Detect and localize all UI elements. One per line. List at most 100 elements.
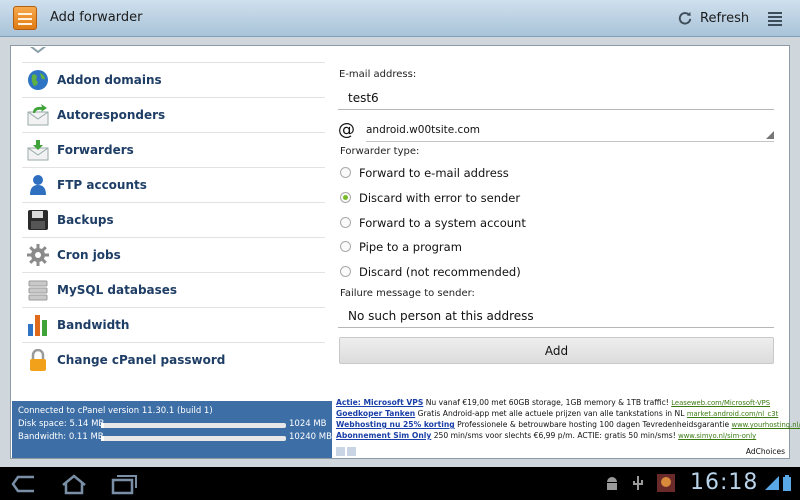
ad-text: Gratis Android-app met alle actuele prij…	[417, 409, 685, 418]
disk-space-text: Disk space: 5.14 MB	[18, 419, 105, 429]
sidebar-item-label: Change cPanel password	[57, 353, 226, 367]
usb-icon[interactable]	[630, 475, 646, 491]
sidebar-item-addon-domains[interactable]: Addon domains	[22, 63, 325, 98]
ad-title[interactable]: Actie: Microsoft VPS	[336, 398, 423, 407]
radio-selected-icon	[340, 192, 351, 203]
ad-item[interactable]: Abonnement Sim Only 250 min/sms voor sle…	[336, 431, 756, 440]
user-icon	[30, 175, 46, 195]
domain-select[interactable]: android.w00tsite.com	[366, 120, 774, 142]
ad-title[interactable]: Webhosting nu 25% korting	[336, 420, 455, 429]
cpanel-app-icon[interactable]	[13, 6, 37, 30]
refresh-button[interactable]: Refresh	[674, 6, 749, 31]
ad-url[interactable]: www.simyo.nl/sim-only	[678, 432, 756, 440]
add-button-label: Add	[544, 344, 569, 358]
dropdown-arrow-icon	[766, 131, 774, 139]
radio-forward-email[interactable]: Forward to e-mail address	[338, 162, 768, 184]
radio-forward-system-account[interactable]: Forward to a system account	[338, 212, 768, 234]
radio-icon	[340, 217, 351, 228]
sidebar-item-label: Autoresponders	[57, 108, 166, 122]
radio-label: Discard (not recommended)	[359, 265, 521, 279]
radio-discard-error[interactable]: Discard with error to sender	[338, 187, 768, 209]
at-symbol: @	[338, 120, 355, 140]
ad-title[interactable]: Goedkoper Tanken	[336, 409, 415, 418]
main-panel: Addon domains Autoresponders Forwarders	[10, 45, 800, 459]
radio-icon	[340, 266, 351, 277]
bandwidth-max: 10240 MB	[289, 432, 332, 442]
recent-apps-icon[interactable]	[110, 473, 138, 495]
email-label: E-mail address:	[339, 69, 417, 80]
ad-title[interactable]: Abonnement Sim Only	[336, 431, 431, 440]
radio-discard[interactable]: Discard (not recommended)	[338, 261, 768, 283]
radio-label: Pipe to a program	[359, 240, 462, 254]
back-icon[interactable]	[10, 473, 38, 495]
action-bar: Add forwarder Refresh	[0, 0, 800, 37]
email-field[interactable]: test6	[338, 86, 774, 110]
ad-url[interactable]: market.android.com/nl_c3t	[687, 410, 778, 418]
battery-icon[interactable]	[782, 475, 792, 491]
add-button[interactable]: Add	[339, 337, 774, 364]
ad-url[interactable]: www.yourhosting.nl/hosting	[732, 421, 800, 429]
sidebar-item-autoresponders[interactable]: Autoresponders	[22, 98, 325, 133]
sidebar-item-backups[interactable]: Backups	[22, 203, 325, 238]
sidebar-item-label: Forwarders	[57, 143, 134, 157]
sidebar-item-ftp-accounts[interactable]: FTP accounts	[22, 168, 325, 203]
forwarder-form: E-mail address: test6 @ android.w00tsite…	[338, 46, 778, 396]
sidebar-item-cron-jobs[interactable]: Cron jobs	[22, 238, 325, 273]
sidebar-item-label: Addon domains	[57, 73, 162, 87]
sidebar-item-label: FTP accounts	[57, 178, 147, 192]
radio-label: Discard with error to sender	[359, 191, 521, 205]
sidebar-item-mysql-databases[interactable]: MySQL databases	[22, 273, 325, 308]
wifi-icon[interactable]	[764, 475, 780, 491]
bar-chart-icon	[28, 315, 47, 336]
sidebar-item-change-password[interactable]: Change cPanel password	[22, 343, 325, 378]
sidebar-item-label: MySQL databases	[57, 283, 178, 297]
failure-message-label: Failure message to sender:	[340, 288, 475, 299]
sidebar-item-bandwidth[interactable]: Bandwidth	[22, 308, 325, 343]
refresh-label: Refresh	[700, 11, 750, 26]
radio-label: Forward to e-mail address	[359, 166, 509, 180]
sidebar-item-partial[interactable]	[22, 47, 325, 63]
home-icon[interactable]	[60, 473, 88, 495]
forwarder-icon	[27, 140, 49, 161]
radio-label: Forward to a system account	[359, 216, 526, 230]
page-title: Add forwarder	[50, 10, 143, 25]
sidebar-item-forwarders[interactable]: Forwarders	[22, 133, 325, 168]
sidebar-item-label: Cron jobs	[57, 248, 121, 262]
autoresponder-icon	[27, 104, 49, 126]
domain-value: android.w00tsite.com	[366, 124, 480, 136]
disk-space-max: 1024 MB	[289, 419, 327, 429]
clock[interactable]: 16:18	[690, 470, 758, 495]
ad-text: Nu vanaf €19,00 met 60GB storage, 1GB me…	[425, 398, 669, 407]
bandwidth-fill	[101, 436, 104, 441]
disk-space-bar	[101, 423, 286, 428]
adchoices-link[interactable]: AdChoices	[746, 447, 785, 456]
system-bar: 16:18	[0, 467, 800, 500]
ad-prev-icon[interactable]	[336, 447, 345, 456]
sidebar-item-label: Bandwidth	[57, 318, 130, 332]
ad-url[interactable]: Leaseweb.com/Microsoft-VPS	[671, 399, 770, 407]
database-icon	[28, 280, 48, 301]
disk-space-fill	[101, 423, 104, 428]
envelope-icon	[29, 47, 47, 54]
bandwidth-text: Bandwidth: 0.11 MB	[18, 432, 104, 442]
ad-text: 250 min/sms voor slechts €6,99 p/m. ACTI…	[433, 431, 676, 440]
ad-item[interactable]: Webhosting nu 25% korting Professionele …	[336, 420, 800, 429]
radio-pipe-program[interactable]: Pipe to a program	[338, 236, 768, 258]
radio-icon	[340, 241, 351, 252]
ad-item[interactable]: Actie: Microsoft VPS Nu vanaf €19,00 met…	[336, 398, 770, 407]
ad-banner[interactable]: Actie: Microsoft VPS Nu vanaf €19,00 met…	[334, 398, 800, 458]
globe-icon	[28, 70, 48, 90]
connection-status: Connected to cPanel version 11.30.1 (bui…	[12, 401, 332, 458]
notification-avatar-icon[interactable]	[656, 473, 676, 493]
overflow-menu-icon[interactable]	[764, 9, 786, 29]
ad-next-icon[interactable]	[347, 447, 356, 456]
floppy-disk-icon	[28, 210, 48, 230]
android-debug-icon[interactable]	[604, 475, 620, 491]
failure-message-field[interactable]: No such person at this address	[338, 304, 774, 328]
bandwidth-bar	[101, 436, 286, 441]
connected-text: Connected to cPanel version 11.30.1 (bui…	[18, 406, 213, 416]
sidebar-item-label: Backups	[57, 213, 114, 227]
ad-item[interactable]: Goedkoper Tanken Gratis Android-app met …	[336, 409, 778, 418]
failure-message-value: No such person at this address	[348, 309, 534, 323]
sidebar[interactable]: Addon domains Autoresponders Forwarders	[22, 47, 325, 397]
